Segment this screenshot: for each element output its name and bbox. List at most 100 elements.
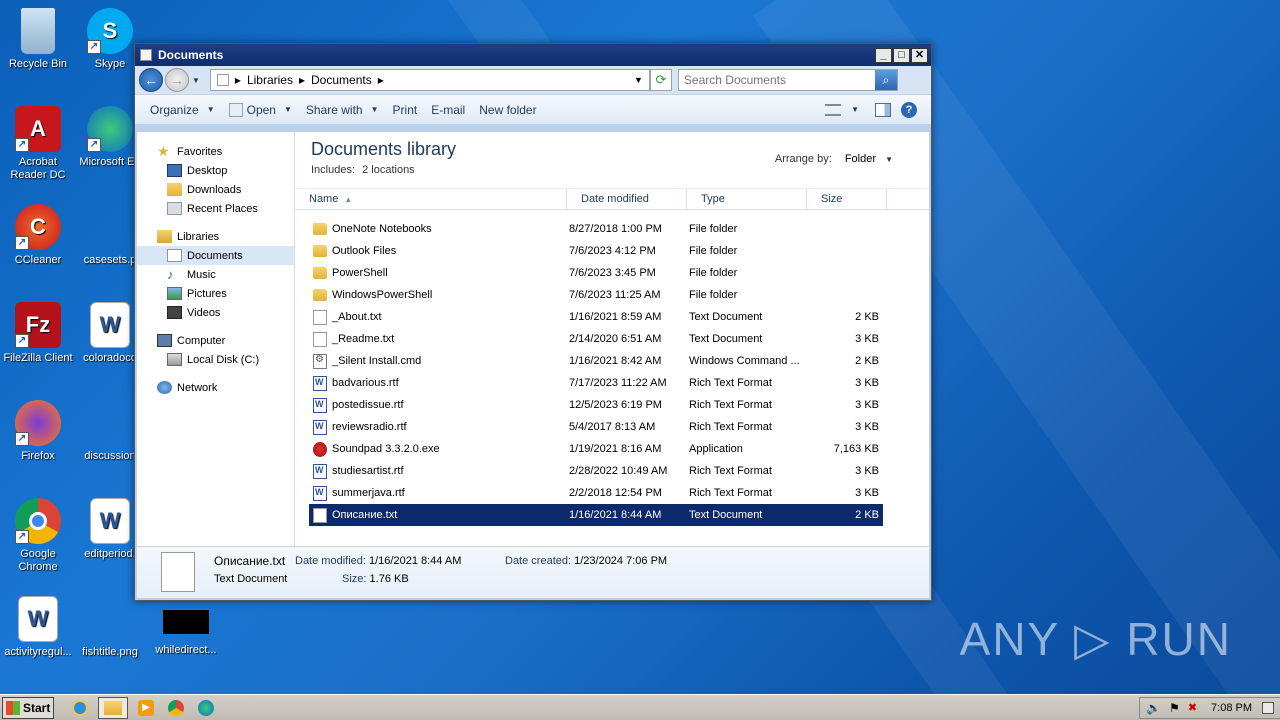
desktop-icon-recycle-bin[interactable]: Recycle Bin (0, 8, 76, 71)
file-row[interactable]: PowerShell 7/6/2023 3:45 PM File folder (309, 262, 883, 284)
file-row[interactable]: postedissue.rtf 12/5/2023 6:19 PM Rich Tex… (309, 394, 883, 416)
file-row[interactable]: Описание.txt 1/16/2021 8:44 AM Text Docume… (309, 504, 883, 526)
nav-network[interactable]: Network (137, 378, 294, 397)
chevron-down-icon[interactable]: ▼ (851, 105, 859, 114)
chevron-down-icon[interactable]: ▼ (885, 155, 893, 164)
skype-icon: S ↗ (87, 8, 133, 54)
rtf-file-icon (313, 485, 327, 501)
arrange-value[interactable]: Folder (845, 153, 876, 165)
search-box[interactable]: ⌕ (677, 69, 898, 91)
preview-pane-icon[interactable] (875, 102, 891, 117)
taskbar-chrome[interactable] (164, 697, 188, 719)
file-row[interactable]: _Silent Install.cmd 1/16/2021 8:42 AM Wind… (309, 350, 883, 372)
folder-icon (104, 700, 122, 715)
column-header-row: Name ▲ Date modified Type Size (295, 188, 929, 210)
desktop-icon-label: FileZilla Client (3, 352, 73, 364)
file-row[interactable]: _About.txt 1/16/2021 8:59 AM Text Document… (309, 306, 883, 328)
organize-button[interactable]: Organize ▼ (143, 98, 222, 122)
file-row[interactable]: OneNote Notebooks 8/27/2018 1:00 PM File f… (309, 218, 883, 240)
nav-recent-places[interactable]: Recent Places (137, 199, 294, 218)
explorer-window[interactable]: Documents _ □ ✕ ← → ▼ ▸ Libraries ▸ Docu… (134, 43, 932, 601)
file-row[interactable]: badvarious.rtf 7/17/2023 11:22 AM Rich Tex… (309, 372, 883, 394)
desktop-icon-activityregul[interactable]: W activityregul... (0, 596, 76, 659)
open-button[interactable]: Open ▼ (222, 98, 299, 122)
desktop-icon-whiledirect[interactable]: whiledirect... (148, 610, 224, 657)
file-row[interactable]: Soundpad 3.3.2.0.exe 1/19/2021 8:16 AM App… (309, 438, 883, 460)
nav-libraries[interactable]: Libraries (137, 227, 294, 246)
print-button[interactable]: Print (386, 98, 425, 122)
back-button[interactable]: ← (139, 68, 163, 92)
clock[interactable]: 7:08 PM (1211, 702, 1252, 714)
arrange-by[interactable]: Arrange by: Folder ▼ (775, 153, 893, 165)
word-doc-icon: W (90, 498, 130, 544)
column-size[interactable]: Size (807, 189, 887, 209)
file-name: _About.txt (332, 311, 382, 323)
file-row[interactable]: summerjava.rtf 2/2/2018 12:54 PM Rich Text… (309, 482, 883, 504)
file-date: 2/14/2020 6:51 AM (569, 333, 662, 345)
file-name: PowerShell (332, 267, 388, 279)
new-folder-button[interactable]: New folder (472, 98, 543, 122)
file-type: Text Document (689, 311, 763, 323)
nav-computer[interactable]: Computer (137, 331, 294, 350)
nav-desktop[interactable]: Desktop (137, 161, 294, 180)
security-icon[interactable]: ✖ (1188, 701, 1197, 714)
maximize-button[interactable]: □ (893, 47, 910, 63)
email-button[interactable]: E-mail (424, 98, 472, 122)
file-type: Text Document (689, 333, 763, 345)
file-row[interactable]: _Readme.txt 2/14/2020 6:51 AM Text Documen… (309, 328, 883, 350)
start-button[interactable]: Start (2, 696, 54, 719)
search-icon[interactable]: ⌕ (874, 70, 897, 90)
nav-label: Computer (177, 334, 226, 347)
desktop-icon-filezilla[interactable]: Fz ↗ FileZilla Client (0, 302, 76, 365)
locations-link[interactable]: 2 locations (362, 164, 415, 176)
details-size: Size: 1.76 KB (342, 573, 409, 585)
chevron-down-icon: ▼ (206, 105, 215, 114)
desktop-icon-acrobat[interactable]: A ↗ Acrobat Reader DC (0, 106, 76, 182)
column-date[interactable]: Date modified (567, 189, 687, 209)
nav-pictures[interactable]: Pictures (137, 284, 294, 303)
address-bar[interactable]: ▸ Libraries ▸ Documents ▸ ▼ (209, 69, 650, 91)
taskbar-ie[interactable] (68, 697, 92, 719)
title-bar[interactable]: Documents _ □ ✕ (135, 44, 931, 66)
taskbar-media-player[interactable]: ▶ (134, 697, 158, 719)
volume-icon[interactable]: 🔈 (1146, 701, 1161, 715)
chevron-down-icon[interactable]: ▼ (192, 76, 200, 85)
desktop-icon-ccleaner[interactable]: C ↗ CCleaner (0, 204, 76, 267)
desktop-icon-chrome[interactable]: ↗ Google Chrome (0, 498, 76, 574)
breadcrumb-documents[interactable]: Documents (311, 73, 372, 87)
navigation-pane[interactable]: ★ Favorites Desktop Downloads Recent Plac… (137, 132, 295, 546)
nav-documents[interactable]: Documents (137, 246, 294, 265)
nav-music[interactable]: ♪ Music (137, 265, 294, 284)
desktop-icon-fishtitle[interactable]: fishtitle.png (72, 596, 148, 659)
minimize-button[interactable]: _ (875, 47, 892, 63)
file-list-pane[interactable]: Documents library Includes: 2 locations … (295, 132, 929, 546)
help-icon[interactable]: ? (901, 101, 917, 118)
desktop-icon-firefox[interactable]: ↗ Firefox (0, 400, 76, 463)
file-row[interactable]: studiesartist.rtf 2/28/2022 10:49 AM Rich … (309, 460, 883, 482)
search-input[interactable] (678, 73, 875, 87)
refresh-button[interactable]: ⟳ (649, 69, 672, 91)
breadcrumb-libraries[interactable]: Libraries (247, 73, 293, 87)
nav-local-disk[interactable]: Local Disk (C:) (137, 350, 294, 369)
close-button[interactable]: ✕ (911, 47, 928, 63)
show-desktop-button[interactable] (1262, 701, 1274, 714)
forward-button[interactable]: → (165, 68, 189, 92)
firefox-icon: ↗ (15, 400, 61, 446)
view-options-icon[interactable] (825, 103, 842, 116)
details-value: 1/23/2024 7:06 PM (574, 555, 668, 567)
nav-downloads[interactable]: Downloads (137, 180, 294, 199)
file-size: 7,163 KB (833, 443, 879, 455)
taskbar-explorer[interactable] (98, 696, 128, 719)
network-tray-icon[interactable]: ⚑ (1169, 701, 1180, 715)
chevron-down-icon[interactable]: ▼ (634, 75, 643, 85)
share-with-button[interactable]: Share with ▼ (299, 98, 386, 122)
column-type[interactable]: Type (687, 189, 807, 209)
file-row[interactable]: reviewsradio.rtf 5/4/2017 8:13 AM Rich Tex… (309, 416, 883, 438)
file-row[interactable]: WindowsPowerShell 7/6/2023 11:25 AM File f… (309, 284, 883, 306)
nav-videos[interactable]: Videos (137, 303, 294, 322)
details-label: Date created: (505, 555, 572, 567)
taskbar-edge[interactable] (194, 697, 218, 719)
nav-favorites[interactable]: ★ Favorites (137, 142, 294, 161)
column-name[interactable]: Name ▲ (295, 189, 567, 209)
file-row[interactable]: Outlook Files 7/6/2023 4:12 PM File folder (309, 240, 883, 262)
